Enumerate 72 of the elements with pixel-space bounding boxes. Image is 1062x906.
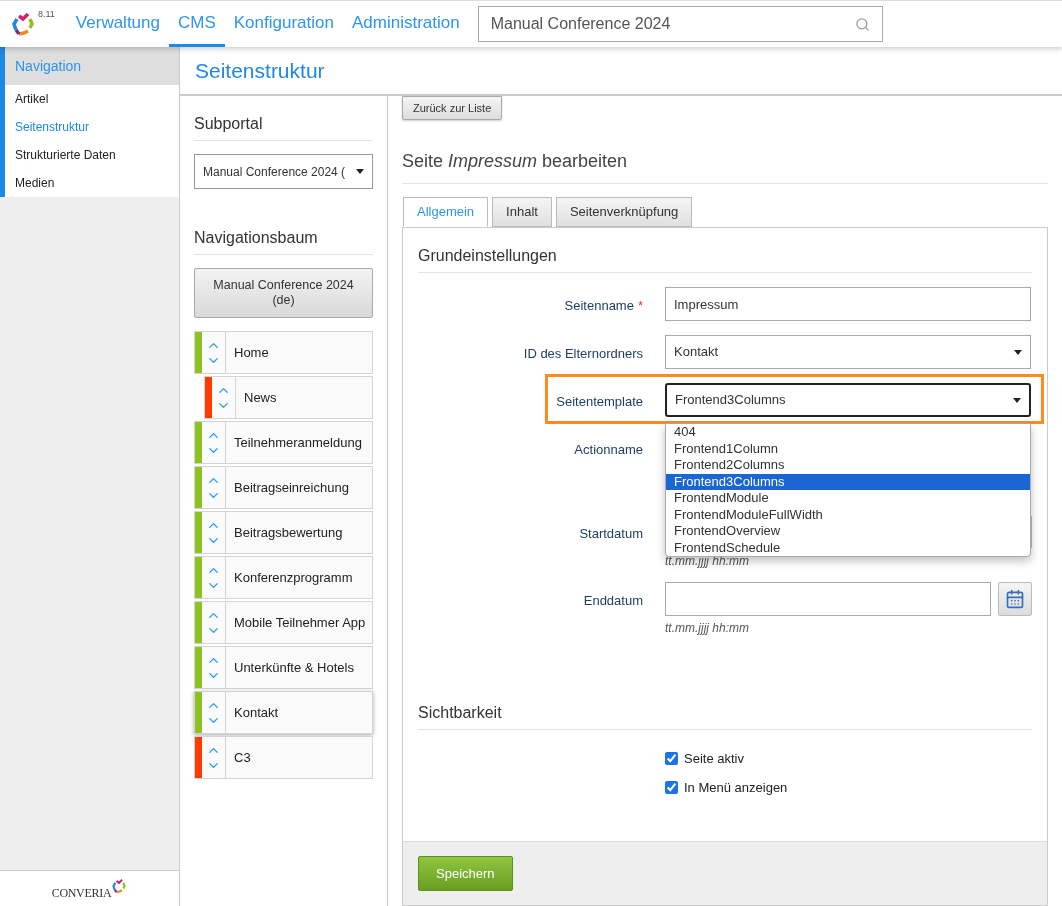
- tree-item-label: Mobile Teilnehmer App: [233, 613, 366, 632]
- section-heading: Grundeinstellungen: [418, 244, 1032, 273]
- root-node-button[interactable]: Manual Conference 2024 (de): [194, 268, 373, 318]
- tree-item[interactable]: Unterkünfte & Hotels: [194, 646, 373, 689]
- tree-item[interactable]: Kontakt: [194, 691, 373, 734]
- field-label: ID des Elternordners: [523, 345, 643, 363]
- field-label: Startdatum: [579, 525, 643, 543]
- tree-item-label: News: [243, 388, 277, 407]
- caret-icon: [356, 169, 364, 174]
- footer-logo-text: CONVERIA: [51, 885, 112, 902]
- required-mark: *: [637, 297, 643, 315]
- version-label: 8.11: [38, 8, 55, 21]
- field-label: Seitentemplate: [556, 393, 643, 411]
- logo-icon: [111, 878, 128, 894]
- tree-item-label: Konferenzprogramm: [233, 568, 353, 587]
- caret-icon: [1014, 349, 1022, 355]
- subportal-select[interactable]: Manual Conference 2024 (: [194, 154, 373, 189]
- dropdown-option[interactable]: 404: [666, 424, 1030, 441]
- tree-item[interactable]: Mobile Teilnehmer App: [194, 601, 373, 644]
- tree-item-label: Beitragseinreichung: [233, 478, 349, 497]
- dropdown-option[interactable]: FrontendModule: [666, 490, 1030, 507]
- tree-item[interactable]: Beitragseinreichung: [194, 466, 373, 509]
- sidebar-item[interactable]: Artikel: [5, 85, 179, 113]
- caret-icon: [1013, 397, 1021, 403]
- dropdown-option[interactable]: FrontendModuleFullWidth: [666, 506, 1030, 523]
- tree-item-label: Teilnehmeranmeldung: [233, 433, 362, 452]
- sidebar-item[interactable]: Seitenstruktur: [5, 113, 179, 141]
- tree-item-label: C3: [233, 748, 251, 767]
- tree-item[interactable]: C3: [194, 736, 373, 779]
- text-field[interactable]: Impressum: [665, 287, 1031, 321]
- back-button[interactable]: Zurück zur Liste: [402, 96, 503, 120]
- section-heading: Subportal: [194, 112, 373, 141]
- field-label: Enddatum: [583, 592, 643, 610]
- tree-item-label: Beitragsbewertung: [233, 523, 343, 542]
- logo-icon: [10, 11, 36, 37]
- select-field[interactable]: Frontend3Columns: [665, 383, 1031, 417]
- dropdown-option[interactable]: Frontend1Column: [666, 440, 1030, 457]
- date-field[interactable]: [665, 582, 991, 616]
- checkbox-label: Seite aktiv: [684, 749, 744, 768]
- search-field[interactable]: Manual Conference 2024: [477, 6, 883, 42]
- dropdown-option[interactable]: FrontendOverview: [666, 523, 1030, 540]
- field-label: Actionname: [574, 441, 643, 459]
- select-field[interactable]: Kontakt: [665, 335, 1031, 369]
- tree-item[interactable]: News: [204, 376, 373, 419]
- checkbox-label: In Menü anzeigen: [684, 778, 788, 797]
- tree-item[interactable]: Teilnehmeranmeldung: [194, 421, 373, 464]
- tree-item[interactable]: Home: [194, 331, 373, 374]
- sidebar-item[interactable]: Strukturierte Daten: [5, 141, 179, 169]
- dropdown-option[interactable]: Frontend3Columns: [666, 473, 1030, 490]
- search-icon: [854, 16, 870, 32]
- tree-item-label: Unterkünfte & Hotels: [233, 658, 354, 677]
- field-label: Seitenname: [564, 297, 634, 315]
- dropdown-option[interactable]: FrontendSchedule: [666, 539, 1030, 556]
- format-hint: tt.mm.jjjj hh:mm: [665, 553, 750, 570]
- section-heading: Navigationsbaum: [194, 226, 373, 255]
- page-title: Seitenstruktur: [195, 57, 325, 84]
- form-tab[interactable]: Seitenverknüpfung: [555, 197, 693, 227]
- section-heading: Sichtbarkeit: [418, 701, 1032, 730]
- form-heading: Seite Impressum bearbeiten: [402, 151, 628, 171]
- dropdown-option[interactable]: Frontend2Columns: [666, 457, 1030, 474]
- tree-item[interactable]: Beitragsbewertung: [194, 511, 373, 554]
- tree-item-label: Home: [233, 343, 269, 362]
- form-tab[interactable]: Inhalt: [492, 197, 552, 227]
- calendar-button[interactable]: [998, 582, 1032, 616]
- tree-item[interactable]: Konferenzprogramm: [194, 556, 373, 599]
- checkbox[interactable]: [665, 752, 678, 765]
- format-hint: tt.mm.jjjj hh:mm: [665, 620, 750, 637]
- sidebar-item[interactable]: Medien: [5, 169, 179, 197]
- sidebar-title: Navigation: [5, 47, 179, 85]
- tree-item-label: Kontakt: [233, 703, 279, 722]
- calendar-icon: [1005, 589, 1025, 609]
- checkbox[interactable]: [665, 781, 678, 794]
